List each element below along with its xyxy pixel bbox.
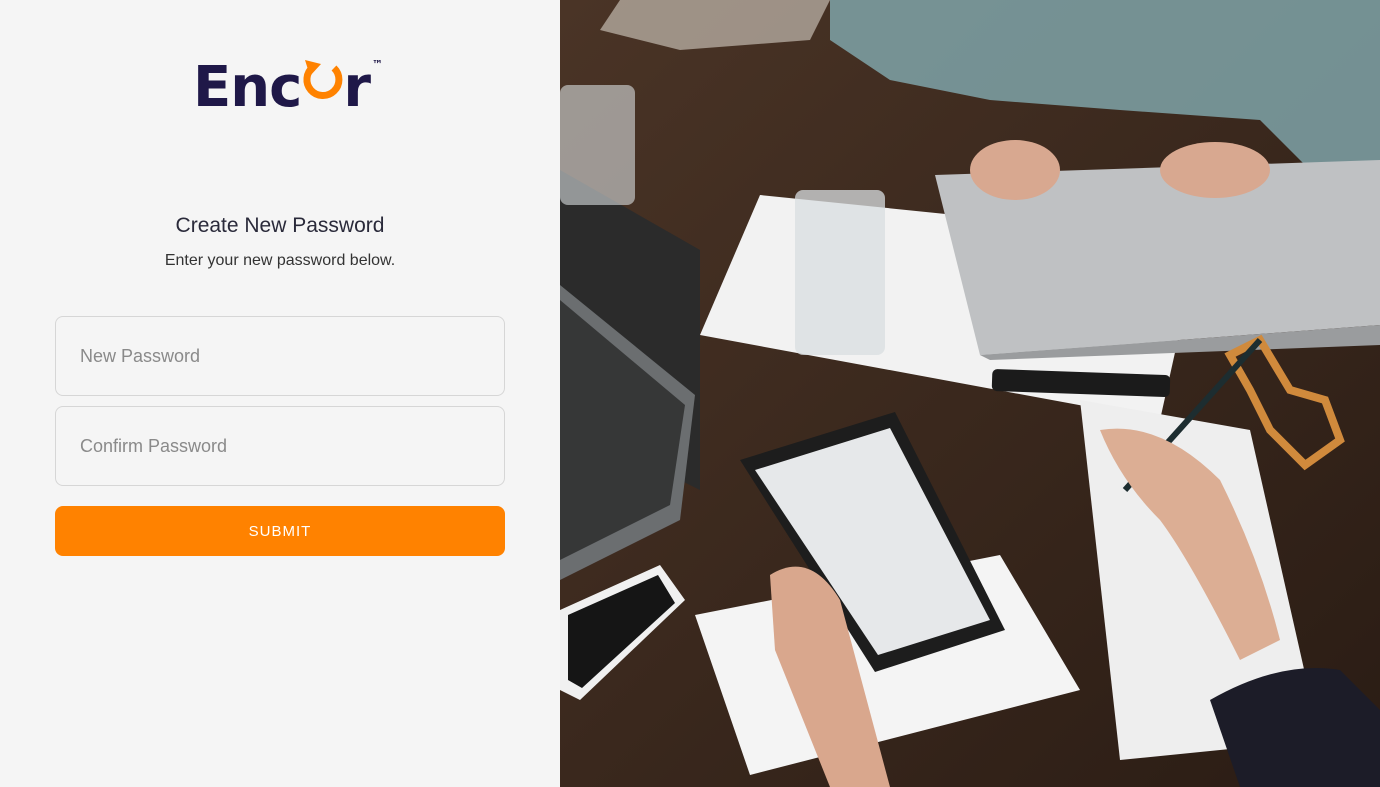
workspace-photo-illustration bbox=[560, 0, 1380, 787]
page-subtitle: Enter your new password below. bbox=[164, 252, 396, 269]
new-password-input[interactable] bbox=[56, 317, 504, 395]
encor-logo: Enc r ™ bbox=[193, 46, 383, 118]
logo-arrow-o-icon bbox=[301, 46, 343, 106]
logo-text-suffix: r bbox=[343, 55, 371, 120]
confirm-password-field bbox=[55, 406, 505, 486]
submit-button[interactable]: SUBMIT bbox=[55, 506, 505, 556]
logo-text-prefix: Enc bbox=[193, 55, 302, 120]
page-title: Create New Password bbox=[175, 214, 385, 237]
login-panel: Enc r ™ Create New Password Enter your n… bbox=[0, 0, 560, 787]
new-password-field bbox=[55, 316, 505, 396]
hero-photo bbox=[560, 0, 1380, 787]
confirm-password-input[interactable] bbox=[56, 407, 504, 485]
trademark-symbol: ™ bbox=[371, 58, 383, 71]
